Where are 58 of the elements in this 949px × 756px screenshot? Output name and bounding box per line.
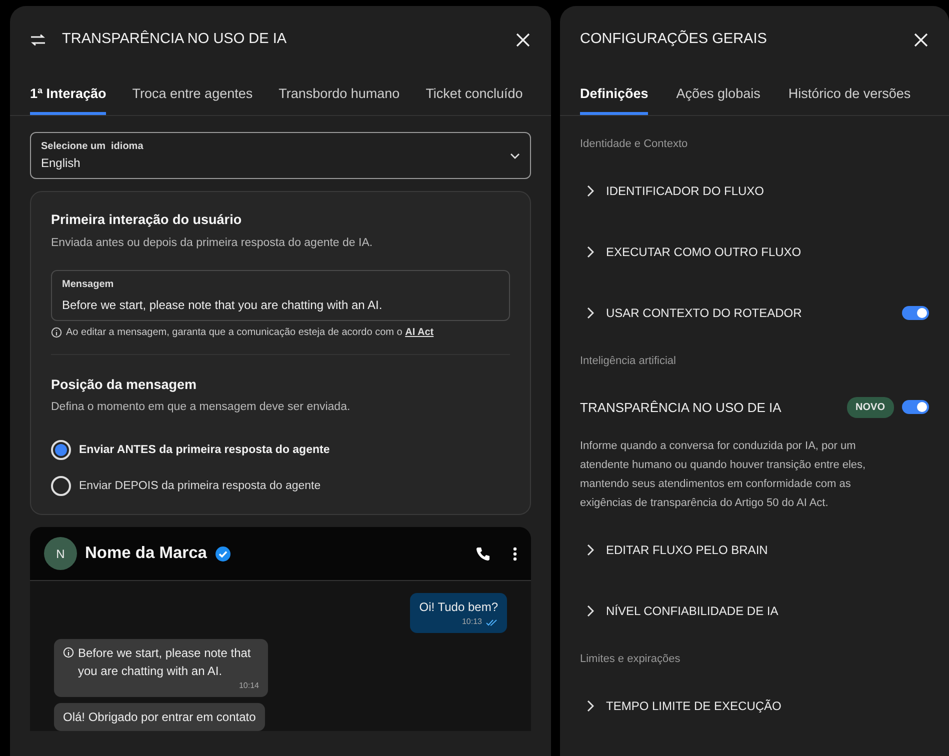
chevron-right-icon [585, 184, 594, 197]
phone-icon [475, 546, 491, 562]
toggle-switch[interactable] [902, 306, 929, 320]
expandable-setting[interactable]: USAR CONTEXTO DO ROTEADOR [580, 282, 929, 344]
double-check-icon [486, 618, 498, 626]
chevron-right-icon [585, 246, 594, 258]
hint-text: Ao editar a mensagem, garanta que a comunicação esteja de acordo com o AI Act [66, 326, 434, 340]
contact-name: Nome da Marca [85, 543, 207, 564]
tab[interactable]: Ticket concluído [426, 78, 523, 116]
tab[interactable]: Transbordo humano [278, 78, 400, 116]
chevron-right-icon [585, 306, 594, 319]
section-label: Limites e expirações [580, 652, 682, 668]
message-text: Before we start, please note that you are chatting with an AI. [78, 645, 252, 680]
setting-description: Informe quando a conversa for conduzida por IA, por um atendente humano ou quando houver transição entre eles, mantendo seus atendimentos em conformidade com as exigências de transparência do Artigo 50 do AI Act. [580, 439, 867, 512]
avatar: N [44, 537, 77, 570]
new-badge: NOVO [846, 396, 894, 418]
panel-title: TRANSPARÊNCIA NO USO DE IA [62, 29, 287, 50]
radio-option[interactable]: Enviar ANTES da primeira resposta do agente [51, 440, 510, 460]
section-subtitle: Defina o momento em que a mensagem deve ser enviada. [51, 400, 352, 415]
verified-badge-icon [214, 546, 231, 562]
chevron-right-icon [585, 604, 594, 617]
chevron-down-icon [510, 152, 520, 159]
radio-option[interactable]: Enviar DEPOIS da primeira resposta do agente [51, 476, 510, 496]
expandable-setting[interactable]: EXECUTAR COMO OUTRO FLUXO [580, 221, 929, 282]
message-time: 10:14 [238, 680, 259, 692]
chevron-right-icon [585, 544, 594, 556]
message-time: 10:13 [462, 616, 482, 628]
section-title: Primeira interação do usuário [51, 211, 243, 230]
info-icon [63, 647, 74, 658]
section-label: Inteligência artificial [580, 354, 677, 370]
expandable-setting[interactable]: NÍVEL CONFIABILIDADE DE IA [580, 580, 929, 642]
tab[interactable]: Troca entre agentes [132, 78, 253, 116]
tab[interactable]: Ações globais [676, 78, 760, 116]
expandable-setting[interactable]: TEMPO LIMITE DE EXECUÇÃO [580, 675, 929, 736]
radio-circle[interactable] [51, 476, 71, 496]
setting-label: TRANSPARÊNCIA NO USO DE IA [580, 398, 782, 416]
ai-act-link[interactable]: AI Act [405, 326, 434, 338]
tab[interactable]: Definições [580, 78, 648, 116]
chevron-right-icon [585, 700, 594, 712]
expandable-setting[interactable]: IDENTIFICADOR DO FLUXO [580, 160, 929, 222]
message-text: Olá! Obrigado por entrar em contato [63, 709, 256, 726]
language-select[interactable]: Selecione um idioma English [30, 132, 531, 180]
toggle-switch[interactable] [902, 400, 929, 414]
tab[interactable]: Histórico de versões [788, 78, 911, 116]
section-subtitle: Enviada antes ou depois da primeira resposta do agente de IA. [51, 236, 374, 250]
section-title: Posição da mensagem [51, 376, 198, 394]
info-icon [51, 326, 62, 338]
expandable-setting[interactable]: EDITAR FLUXO PELO BRAIN [580, 519, 929, 580]
more-options-icon [513, 546, 517, 561]
close-button[interactable] [515, 32, 531, 48]
panel-title: CONFIGURAÇÕES GERAIS [580, 29, 767, 50]
swap-arrows-icon [30, 34, 46, 46]
close-button[interactable] [913, 32, 929, 48]
message-text: Oi! Tudo bem? [419, 599, 498, 616]
message-field[interactable]: Mensagem Before we start, please note that you are chatting with an AI. [51, 270, 510, 321]
section-label: Identidade e Contexto [580, 137, 689, 152]
tab[interactable]: 1ª Interação [30, 78, 106, 116]
radio-circle[interactable] [51, 440, 71, 460]
